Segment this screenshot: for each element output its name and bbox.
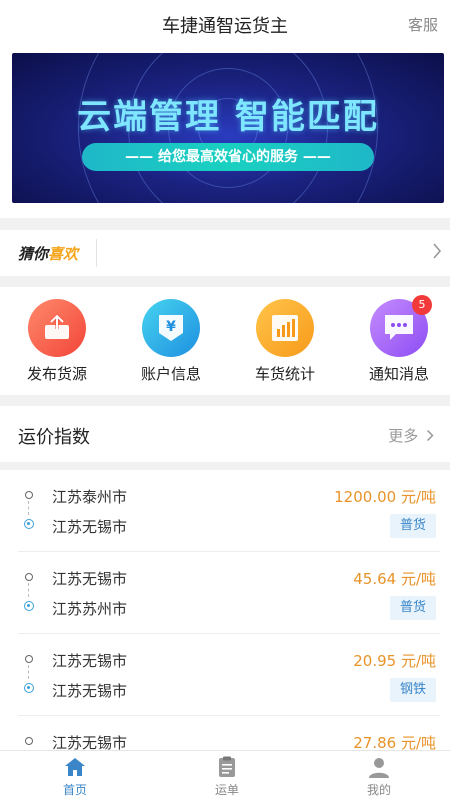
tab-mine[interactable]: 我的 [319, 755, 439, 798]
origin-dot-icon [25, 737, 33, 745]
publish-icon [28, 299, 86, 357]
tab-home[interactable]: 首页 [15, 755, 135, 798]
route-destination: 江苏苏州市 [52, 600, 128, 618]
quick-action-publish[interactable]: 发布货源 [12, 299, 102, 384]
section-title: 运价指数 [18, 427, 90, 448]
quick-action-label: 通知消息 [368, 365, 429, 383]
unread-badge: 5 [412, 295, 432, 315]
app-header: 车捷通智运货主 客服 [0, 0, 450, 46]
origin-dot-icon [25, 573, 33, 581]
route-price: 45.64 元/吨 [353, 570, 436, 588]
tab-label: 首页 [62, 783, 87, 797]
route-row[interactable]: 江苏无锡市 江苏无锡市 20.95 元/吨 钢铁 [18, 634, 440, 716]
customer-service-link[interactable]: 客服 [408, 14, 438, 35]
account-yen-icon: ¥ [142, 299, 200, 357]
tab-label: 我的 [366, 783, 391, 797]
route-origin: 江苏无锡市 [52, 734, 128, 750]
freight-index-header: 运价指数 更多 [0, 406, 450, 462]
quick-action-messages[interactable]: 5 通知消息 [354, 295, 444, 384]
stats-chart-icon [256, 299, 314, 357]
banner-headline: 云端管理 智能匹配 [77, 97, 379, 137]
svg-text:¥: ¥ [166, 319, 176, 335]
clipboard-icon [215, 755, 239, 779]
quick-action-label: 发布货源 [26, 365, 87, 383]
promo-banner[interactable]: 云端管理 智能匹配 —— 给您最高效省心的服务 —— [12, 53, 444, 203]
tab-label: 运单 [214, 783, 239, 797]
user-icon [367, 755, 391, 779]
route-origin: 江苏无锡市 [52, 570, 128, 588]
bottom-tab-bar: 首页 运单 我的 [0, 750, 450, 800]
destination-dot-icon [24, 601, 34, 611]
banner-tagline: —— 给您最高效省心的服务 —— [82, 143, 374, 171]
quick-action-stats[interactable]: 车货统计 [240, 299, 330, 384]
quick-action-account[interactable]: ¥ 账户信息 [126, 299, 216, 384]
destination-dot-icon [24, 519, 34, 529]
chevron-right-icon [426, 429, 434, 442]
guess-label-part1: 猜你 [18, 245, 49, 263]
banner-section: 云端管理 智能匹配 —— 给您最高效省心的服务 —— [0, 46, 450, 218]
route-list: 江苏泰州市 江苏无锡市 1200.00 元/吨 普货 江苏无锡市 江苏苏州市 4… [0, 470, 450, 750]
route-origin: 江苏泰州市 [52, 488, 128, 506]
route-line [28, 583, 29, 597]
more-link[interactable]: 更多 [388, 425, 434, 446]
page-title: 车捷通智运货主 [162, 16, 288, 37]
route-row[interactable]: 江苏无锡市 27.86 元/吨 [18, 716, 440, 750]
home-icon [63, 755, 87, 779]
guess-you-like-bar[interactable]: 猜你喜欢 [0, 230, 450, 276]
origin-dot-icon [25, 491, 33, 499]
divider [96, 239, 97, 267]
route-row[interactable]: 江苏泰州市 江苏无锡市 1200.00 元/吨 普货 [18, 470, 440, 552]
route-price: 20.95 元/吨 [353, 652, 436, 670]
quick-action-label: 车货统计 [254, 365, 315, 383]
quick-actions: 发布货源 ¥ 账户信息 车货统计 5 通知消息 [0, 287, 450, 395]
chevron-right-icon[interactable] [432, 242, 442, 265]
route-origin: 江苏无锡市 [52, 652, 128, 670]
route-price: 27.86 元/吨 [353, 734, 436, 750]
cargo-type-badge: 普货 [389, 514, 436, 538]
guess-you-like-label: 猜你喜欢 [18, 243, 78, 264]
message-icon: 5 [370, 295, 432, 357]
route-line [28, 501, 29, 515]
route-destination: 江苏无锡市 [52, 682, 128, 700]
destination-dot-icon [24, 683, 34, 693]
route-destination: 江苏无锡市 [52, 518, 128, 536]
quick-action-label: 账户信息 [140, 365, 201, 383]
route-price: 1200.00 元/吨 [334, 488, 436, 506]
cargo-type-badge: 钢铁 [389, 678, 436, 702]
route-row[interactable]: 江苏无锡市 江苏苏州市 45.64 元/吨 普货 [18, 552, 440, 634]
tab-waybill[interactable]: 运单 [167, 755, 287, 798]
origin-dot-icon [25, 655, 33, 663]
guess-label-part2: 喜欢 [48, 245, 79, 263]
more-label: 更多 [388, 427, 419, 445]
route-line [28, 665, 29, 679]
cargo-type-badge: 普货 [389, 596, 436, 620]
